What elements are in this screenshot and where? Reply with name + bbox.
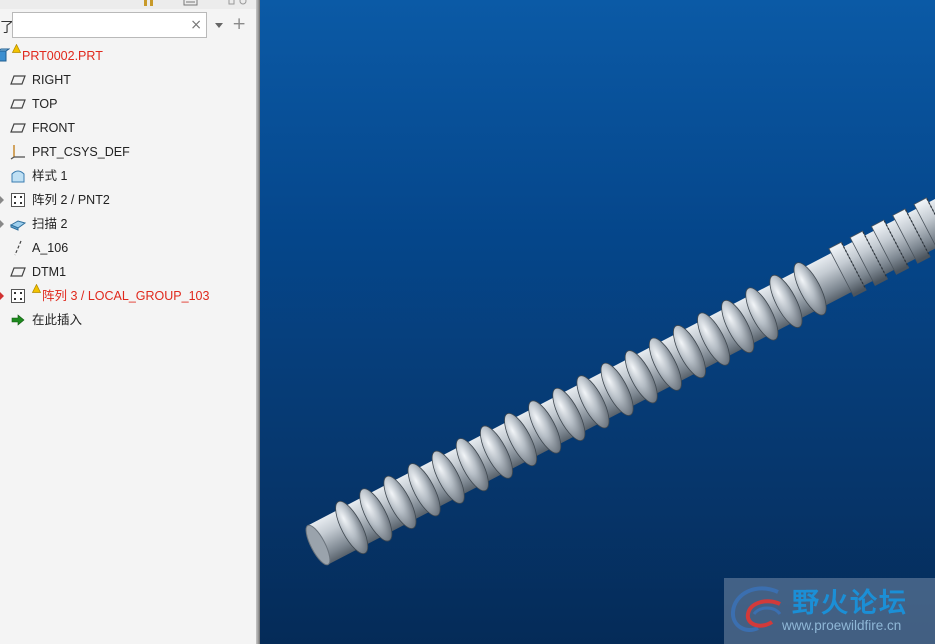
insert-here-arrow-icon [11,314,25,326]
style-feature-icon [11,170,25,183]
clear-icon[interactable]: × [190,17,202,33]
tree-item-label: 扫描 2 [32,217,68,231]
expand-arrow-icon[interactable] [0,220,4,228]
tree-item-axis[interactable]: A_106 [0,236,256,260]
expand-arrow-icon[interactable] [0,196,4,204]
show-icon[interactable] [142,0,156,6]
tree-item-csys[interactable]: PRT_CSYS_DEF [0,140,256,164]
coordinate-system-icon [10,145,25,160]
tree-item-sweep-2[interactable]: 扫描 2 [0,212,256,236]
tree-item-pattern-3[interactable]: 阵列 3 / LOCAL_GROUP_103 [0,284,256,308]
tree-item-dtm1[interactable]: DTM1 [0,260,256,284]
datum-plane-icon [10,99,26,109]
tree-item-label: TOP [32,97,58,111]
datum-plane-icon [10,267,26,277]
tree-item-label: 在此插入 [32,313,83,327]
tree-root-label: PRT0002.PRT [22,49,103,63]
watermark-title: 野火论坛 [792,588,908,619]
tree-item-label: PRT_CSYS_DEF [32,145,130,159]
expand-arrow-icon[interactable] [0,292,4,300]
pattern-icon [11,289,25,303]
tree-item-label: DTM1 [32,265,67,279]
tree-item-front[interactable]: FRONT [0,116,256,140]
tree-search-input[interactable]: × [12,12,207,38]
tree-item-top[interactable]: TOP [0,92,256,116]
tree-item-label: A_106 [32,241,69,255]
tree-item-style[interactable]: 样式 1 [0,164,256,188]
chevron-down-icon[interactable] [213,19,225,31]
tree-item-label: FRONT [32,121,76,135]
graphics-viewport[interactable] [260,0,935,644]
pattern-icon [11,193,25,207]
tree-root-item[interactable]: PRT0002.PRT [0,44,256,68]
warning-icon [32,284,41,293]
model-tree-panel: 了 × + PRT0002.PRT RIGHT TOP FRONT PRT_CS… [0,0,256,644]
tree-item-right[interactable]: RIGHT [0,68,256,92]
threaded-shaft-model[interactable] [260,0,935,644]
tree-item-label: 阵列 2 / PNT2 [32,193,110,207]
watermark-url: www.proewildfire.cn [782,618,902,633]
tree-item-insert-here[interactable]: 在此插入 [0,308,256,332]
forum-watermark: 野火论坛 www.proewildfire.cn [724,578,935,644]
sweep-icon [10,220,26,231]
datum-axis-icon [14,240,22,256]
panel-options-icon[interactable] [228,0,250,6]
panel-toolbar-strip [0,0,256,9]
tree-item-label: 样式 1 [32,169,68,183]
datum-plane-icon [10,75,26,85]
tree-item-label: RIGHT [32,73,71,87]
warning-icon [12,44,21,53]
add-icon[interactable]: + [232,15,246,33]
tree-item-label: 阵列 3 / LOCAL_GROUP_103 [42,289,210,303]
watermark-logo [731,586,782,632]
datum-plane-icon [10,123,26,133]
part-icon [0,48,10,62]
settings-icon[interactable] [183,0,199,6]
tree-item-pattern-2[interactable]: 阵列 2 / PNT2 [0,188,256,212]
tree-search-row: 了 × + [0,9,256,41]
